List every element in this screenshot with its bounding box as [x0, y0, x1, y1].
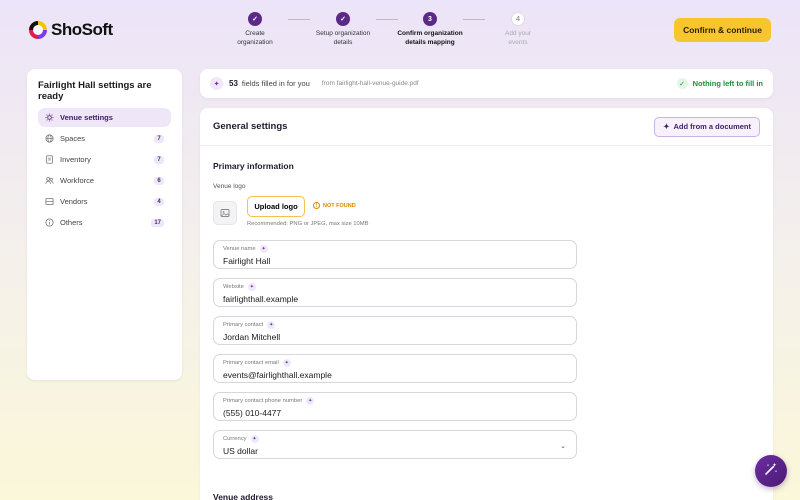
step-number: 4 — [511, 12, 525, 26]
step-done-check-icon: ✓ — [248, 12, 262, 26]
not-found-badge: ! NOT FOUND — [313, 202, 356, 209]
step-1-label-line1: Create — [245, 30, 265, 37]
sparkle-icon: ✦ — [259, 245, 268, 253]
general-settings-card: General settings ✦ Add from a document P… — [200, 108, 773, 500]
sidebar-item-vendors[interactable]: Vendors 4 — [38, 192, 171, 211]
step-4-label-line1: Add your — [504, 30, 532, 37]
sidebar-item-others[interactable]: Others 17 — [38, 213, 171, 232]
logo-icon — [29, 21, 47, 39]
not-found-label: NOT FOUND — [323, 202, 356, 209]
filled-text: fields filled in for you — [241, 79, 310, 88]
currency-select[interactable]: Currency ✦ US dollar ⌄ — [213, 430, 577, 459]
field-label: Venue name — [223, 246, 256, 252]
venue-logo-label: Venue logo — [213, 183, 246, 190]
box-icon — [45, 197, 54, 206]
step-2-label-line1: Setup organization — [315, 30, 371, 37]
field-label: Website — [223, 284, 244, 290]
field-value: events@fairlighthall.example — [223, 370, 332, 380]
field-label: Primary contact phone number — [223, 398, 303, 404]
sidebar-item-inventory[interactable]: Inventory 7 — [38, 150, 171, 169]
field-value: fairlighthall.example — [223, 294, 299, 304]
add-from-document-button[interactable]: ✦ Add from a document — [654, 116, 760, 137]
people-icon — [45, 176, 54, 185]
count-badge: 6 — [154, 176, 164, 185]
field-label: Currency — [223, 436, 247, 442]
warning-circle-icon: ! — [313, 202, 320, 209]
logo-requirements-hint: Recommended: PNG or JPEG, max size 10MB — [247, 221, 369, 227]
sparkle-icon: ✦ — [282, 359, 291, 367]
upload-logo-button[interactable]: Upload logo — [247, 196, 305, 217]
step-2-label-line2: details — [333, 38, 353, 46]
ai-assistant-button[interactable] — [755, 455, 787, 487]
field-value: Fairlight Hall — [223, 256, 271, 266]
field-value: US dollar — [223, 446, 258, 456]
step-4: 4 Add your events — [478, 12, 558, 47]
sidebar-item-label: Spaces — [60, 134, 86, 143]
website-field[interactable]: Website ✦ fairlighthall.example — [213, 278, 577, 307]
progress-stepper: ✓ Create organization ✓ Setup organizati… — [228, 12, 548, 52]
check-icon: ✓ — [676, 78, 688, 89]
globe-icon — [45, 134, 54, 143]
step-3-label-line2: details mapping — [405, 38, 455, 46]
sidebar-item-label: Inventory — [60, 155, 91, 164]
brand-name: ShoSoft — [51, 20, 113, 39]
step-4-label-line2: events — [508, 38, 528, 46]
primary-contact-field[interactable]: Primary contact ✦ Jordan Mitchell — [213, 316, 577, 345]
sparkle-icon: ✦ — [267, 321, 276, 329]
step-2: ✓ Setup organization details — [303, 12, 383, 47]
page-title: General settings — [213, 121, 288, 132]
sidebar-item-venue-settings[interactable]: Venue settings — [38, 108, 171, 127]
add-from-document-label: Add from a document — [673, 122, 751, 131]
source-file: from fairlight-hall-venue-guide.pdf — [321, 80, 419, 87]
primary-contact-phone-field[interactable]: Primary contact phone number ✦ (555) 010-… — [213, 392, 577, 421]
sidebar-item-spaces[interactable]: Spaces 7 — [38, 129, 171, 148]
field-value: (555) 010-4477 — [223, 408, 282, 418]
primary-contact-email-field[interactable]: Primary contact email ✦ events@fairlighth… — [213, 354, 577, 383]
sparkle-icon: ✦ — [663, 122, 670, 131]
sparkle-icon: ✦ — [247, 283, 256, 291]
filled-count: 53 — [229, 79, 238, 88]
card-header: General settings ✦ Add from a document — [200, 108, 773, 146]
sidebar-item-label: Others — [60, 218, 83, 227]
chevron-down-icon: ⌄ — [560, 443, 566, 450]
sidebar-item-label: Venue settings — [60, 113, 113, 122]
section-primary-information: Primary information — [213, 161, 294, 171]
info-icon — [45, 218, 54, 227]
magic-wand-icon — [764, 462, 778, 481]
image-placeholder-icon — [213, 201, 237, 225]
document-icon — [45, 155, 54, 164]
status-message: Nothing left to fill in — [692, 79, 763, 88]
step-done-check-icon: ✓ — [336, 12, 350, 26]
sidebar-title: Fairlight Hall settings are ready — [38, 80, 152, 102]
confirm-continue-button[interactable]: Confirm & continue — [674, 18, 771, 42]
step-1-label-line2: organization — [237, 38, 273, 46]
sidebar-item-workforce[interactable]: Workforce 6 — [38, 171, 171, 190]
step-number: 3 — [423, 12, 437, 26]
step-3: 3 Confirm organization details mapping — [390, 12, 470, 47]
autofill-summary-bar: ✦ 53 fields filled in for you from fairl… — [200, 69, 773, 98]
sun-icon — [45, 113, 54, 122]
count-badge: 17 — [151, 218, 164, 227]
field-value: Jordan Mitchell — [223, 332, 281, 342]
venue-name-field[interactable]: Venue name ✦ Fairlight Hall — [213, 240, 577, 269]
field-label: Primary contact — [223, 322, 264, 328]
settings-sidebar: Fairlight Hall settings are ready Venue … — [27, 69, 182, 380]
sparkle-icon: ✦ — [306, 397, 315, 405]
brand-logo: ShoSoft — [29, 20, 113, 40]
sidebar-item-label: Workforce — [60, 176, 95, 185]
step-1: ✓ Create organization — [215, 12, 295, 47]
section-venue-address: Venue address — [213, 492, 274, 500]
field-label: Primary contact email — [223, 360, 279, 366]
count-badge: 7 — [154, 134, 164, 143]
count-badge: 4 — [154, 197, 164, 206]
count-badge: 7 — [154, 155, 164, 164]
sparkle-icon: ✦ — [210, 77, 223, 90]
step-3-label-line1: Confirm organization — [397, 30, 463, 37]
sidebar-item-label: Vendors — [60, 197, 88, 206]
sparkle-icon: ✦ — [250, 435, 259, 443]
